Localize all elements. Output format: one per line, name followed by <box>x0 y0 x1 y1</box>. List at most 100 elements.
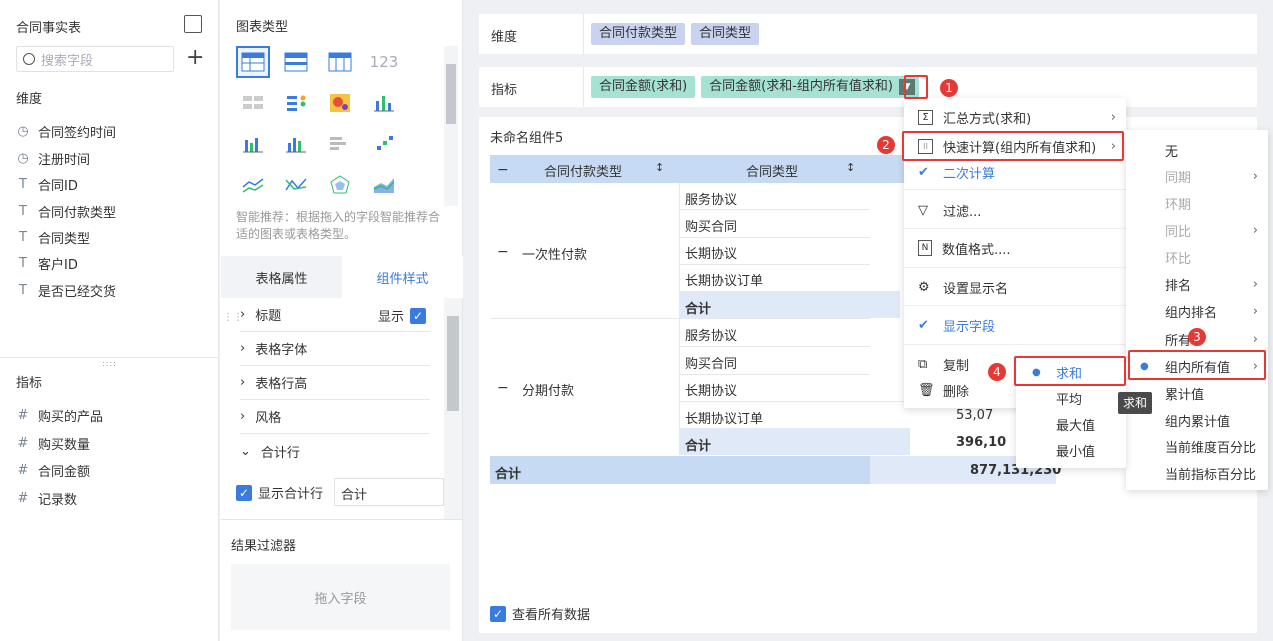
field-label: 合同类型 <box>38 232 91 247</box>
measure-field[interactable]: # 购买数量 <box>16 434 90 453</box>
add-field-icon[interactable]: + <box>186 47 204 69</box>
prop-label: 合计行 <box>260 446 300 461</box>
cross-table-icon[interactable] <box>323 46 357 78</box>
prop-total-row[interactable]: ⌄ 合计行 <box>240 442 300 461</box>
dimension-pill[interactable]: 合同付款类型 <box>591 23 686 45</box>
tab-component-style[interactable]: 组件样式 <box>342 256 463 298</box>
dimension-pill[interactable]: 合同类型 <box>691 23 760 45</box>
column-chart-icon[interactable] <box>236 128 270 160</box>
measure-field[interactable]: # 购买的产品 <box>16 406 103 425</box>
measure-field[interactable]: # 合同金额 <box>16 461 90 480</box>
menu-item-display-name[interactable]: ⚙ 设置显示名 <box>904 276 1126 298</box>
radar-chart-icon[interactable] <box>323 169 357 201</box>
menu-item-number-format[interactable]: N 数值格式.... <box>904 237 1126 259</box>
prop-label: 表格字体 <box>255 343 308 358</box>
show-total-label: 显示合计行 <box>258 487 324 502</box>
detail-table-icon[interactable] <box>236 46 270 78</box>
field-label: 购买的产品 <box>38 410 104 425</box>
style-scrollbar[interactable] <box>444 298 462 520</box>
prop-style[interactable]: › 风格 <box>240 407 281 426</box>
collapse-icon[interactable]: − <box>497 244 509 260</box>
kpi-card-icon[interactable]: 123 <box>367 46 401 78</box>
dimension-field[interactable]: T 是否已经交货 <box>16 281 116 300</box>
submenu-item[interactable]: 排名 › <box>1126 274 1268 294</box>
bar-list-icon[interactable] <box>323 128 357 160</box>
header-contract-type[interactable]: 合同类型 <box>746 161 798 180</box>
prop-title[interactable]: › 标题 <box>240 305 281 324</box>
metric-list-icon[interactable] <box>279 87 313 119</box>
copy-icon: ⧉ <box>918 356 928 372</box>
multi-metric-icon[interactable] <box>236 87 270 119</box>
prop-label: 风格 <box>255 411 282 426</box>
prop-table-font[interactable]: › 表格字体 <box>240 339 307 358</box>
search-icon <box>23 53 35 65</box>
grouped-column-icon[interactable] <box>279 128 313 160</box>
multi-line-icon[interactable] <box>279 169 313 201</box>
prop-label: 标题 <box>255 309 282 324</box>
chevron-down-icon: ⌄ <box>240 444 251 459</box>
chevron-right-icon: › <box>1252 331 1258 347</box>
line-chart-icon[interactable] <box>236 169 270 201</box>
checkbox-checked-icon[interactable]: ✓ <box>236 484 252 501</box>
sort-icon[interactable]: ↕ <box>655 161 664 174</box>
menu-item-filter[interactable]: ▽ 过滤... <box>904 199 1126 221</box>
field-label: 注册时间 <box>38 153 91 168</box>
collapse-icon[interactable]: − <box>497 162 509 178</box>
submenu-item[interactable]: 平均 <box>1016 388 1126 408</box>
submenu-item[interactable]: 最大值 <box>1016 414 1126 434</box>
switch-dataset-icon[interactable] <box>184 15 202 33</box>
measure-pill-active[interactable]: 合同金额(求和-组内所有值求和) ▼ <box>701 76 919 98</box>
stacked-bar-icon[interactable] <box>367 87 401 119</box>
menu-item-aggregation[interactable]: Σ 汇总方式(求和) › <box>904 106 1126 128</box>
group-table-icon[interactable] <box>279 46 313 78</box>
measure-pill[interactable]: 合同金额(求和) <box>591 76 696 98</box>
collapse-icon[interactable]: − <box>497 380 509 396</box>
trash-icon: 🗑 <box>918 382 935 398</box>
step-badge: 4 <box>988 363 1006 381</box>
dimension-field[interactable]: ◷ 注册时间 <box>16 149 90 168</box>
title-show-toggle[interactable]: 显示 ✓ <box>378 306 427 325</box>
submenu-item[interactable]: 组内排名 › <box>1126 301 1268 321</box>
dimension-field[interactable]: T 客户ID <box>16 254 78 273</box>
menu-item-secondary-calc[interactable]: ✔ 二次计算 <box>904 161 1126 183</box>
measure-bar: 指标 合同金额(求和) 合同金额(求和-组内所有值求和) ▼ <box>479 67 1257 107</box>
show-total-row-toggle[interactable]: ✓ 显示合计行 <box>236 483 323 502</box>
dimension-field[interactable]: T 合同付款类型 <box>16 202 116 221</box>
group-column <box>490 183 680 455</box>
field-label: 记录数 <box>38 493 78 508</box>
scatter-icon[interactable] <box>367 128 401 160</box>
filter-drop-zone[interactable]: 拖入字段 <box>231 564 450 630</box>
menu-item-show-field[interactable]: ✔ 显示字段 <box>904 314 1126 336</box>
property-tabs: 表格属性 组件样式 <box>221 256 463 298</box>
heatmap-icon[interactable] <box>323 87 357 119</box>
resize-handle[interactable]: :::: <box>102 359 117 368</box>
submenu-item[interactable]: 最小值 <box>1016 440 1126 460</box>
view-all-data-toggle[interactable]: ✓ 查看所有数据 <box>490 604 590 623</box>
checkbox-checked-icon[interactable]: ✓ <box>410 307 427 324</box>
chevron-right-icon: › <box>1252 276 1258 292</box>
total-label-input[interactable]: 合计 <box>334 478 444 506</box>
dimension-field[interactable]: T 合同ID <box>16 175 78 194</box>
dimension-field[interactable]: ◷ 合同签约时间 <box>16 122 116 141</box>
submenu-item-label: 排名 <box>1165 278 1192 294</box>
dimension-field[interactable]: T 合同类型 <box>16 228 90 247</box>
field-panel: 合同事实表 搜索字段 + 维度 ◷ 合同签约时间 ◷ 注册时间 T 合同ID T 合同付… <box>0 0 219 641</box>
menu-item-label: 复制 <box>943 358 970 374</box>
checkbox-checked-icon[interactable]: ✓ <box>490 605 506 622</box>
divider <box>240 433 430 434</box>
submenu-item[interactable]: 当前指标百分比 <box>1126 463 1268 483</box>
menu-item-label: 删除 <box>943 384 970 400</box>
prop-row-height[interactable]: › 表格行高 <box>240 373 307 392</box>
sort-icon[interactable]: ↕ <box>846 161 855 174</box>
header-payment-type[interactable]: 合同付款类型 <box>544 161 622 180</box>
tab-table-properties[interactable]: 表格属性 <box>221 256 342 298</box>
measure-field[interactable]: # 记录数 <box>16 489 77 508</box>
submenu-item[interactable]: 当前维度百分比 <box>1126 436 1268 456</box>
prop-label: 表格行高 <box>255 377 308 392</box>
area-chart-icon[interactable] <box>367 169 401 201</box>
submenu-item-label: 同期 <box>1165 170 1192 186</box>
submenu-item[interactable]: 无 <box>1126 140 1268 160</box>
field-search-input[interactable]: 搜索字段 <box>16 46 174 72</box>
chart-type-scrollbar[interactable] <box>444 46 458 206</box>
tooltip: 求和 <box>1118 392 1152 414</box>
